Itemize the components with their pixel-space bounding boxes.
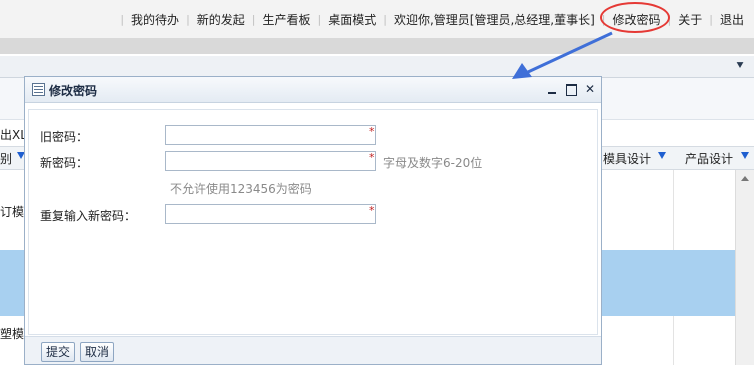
submit-button[interactable]: 提交 (41, 342, 76, 362)
nav-welcome-user: 欢迎你,管理员[管理员,总经理,董事长] (393, 12, 595, 27)
dialog-title-bar[interactable]: 修改密码 ✕ (25, 77, 601, 103)
dialog-title: 修改密码 (49, 84, 98, 98)
nav-about[interactable]: 关于 (678, 11, 702, 28)
filter-icon[interactable] (658, 152, 666, 159)
nav-separator: | (709, 12, 713, 26)
nav-logout[interactable]: 退出 (720, 11, 744, 28)
collapse-chevron-icon[interactable]: ⯆ (732, 58, 748, 74)
header-band (0, 38, 754, 54)
nav-separator: | (120, 12, 125, 26)
new-password-field[interactable] (165, 151, 376, 171)
old-password-field[interactable] (165, 125, 376, 145)
grid-col-mold-design: 模具设计 (603, 152, 652, 166)
nav-separator: | (383, 12, 387, 26)
collapse-bar (0, 56, 754, 78)
nav-separator: | (317, 12, 322, 26)
nav-my-todo[interactable]: 我的待办 (131, 11, 179, 28)
new-password-label: 新密码： (40, 156, 89, 170)
form-icon (32, 83, 45, 96)
nav-production-board[interactable]: 生产看板 (263, 11, 311, 28)
repeat-password-field[interactable] (165, 204, 376, 224)
new-password-hint: 字母及数字6-20位 (383, 156, 483, 170)
change-password-dialog: 修改密码 ✕ 旧密码： * 新密码： * 字母及数字6-20位 不允许使用123… (24, 76, 602, 365)
nav-separator: | (251, 12, 256, 26)
old-password-label: 旧密码： (40, 130, 89, 144)
close-icon[interactable]: ✕ (583, 82, 597, 96)
annotation-circle (600, 2, 670, 33)
scroll-up-icon[interactable] (741, 176, 749, 181)
dialog-footer: 提交 取消 (25, 336, 601, 364)
forbidden-password-hint: 不允许使用123456为密码 (170, 182, 312, 196)
minimize-icon[interactable] (545, 82, 559, 96)
cancel-button[interactable]: 取消 (80, 342, 115, 362)
grid-scrollbar[interactable] (735, 170, 754, 365)
maximize-icon[interactable] (564, 82, 578, 96)
required-marker: * (369, 151, 375, 164)
nav-new-initiated[interactable]: 新的发起 (197, 11, 245, 28)
required-marker: * (369, 204, 375, 217)
required-marker: * (369, 125, 375, 138)
filter-icon[interactable] (741, 152, 749, 159)
grid-col-partial: 别 (0, 152, 13, 166)
grid-col-product-design: 产品设计 (685, 152, 734, 166)
dialog-body: 旧密码： * 新密码： * 字母及数字6-20位 不允许使用123456为密码 … (28, 109, 598, 335)
nav-desktop-mode[interactable]: 桌面模式 (328, 11, 376, 28)
nav-separator: | (186, 12, 190, 26)
repeat-password-label: 重复输入新密码： (40, 209, 137, 223)
export-excel-button[interactable]: 出XL (0, 126, 27, 143)
